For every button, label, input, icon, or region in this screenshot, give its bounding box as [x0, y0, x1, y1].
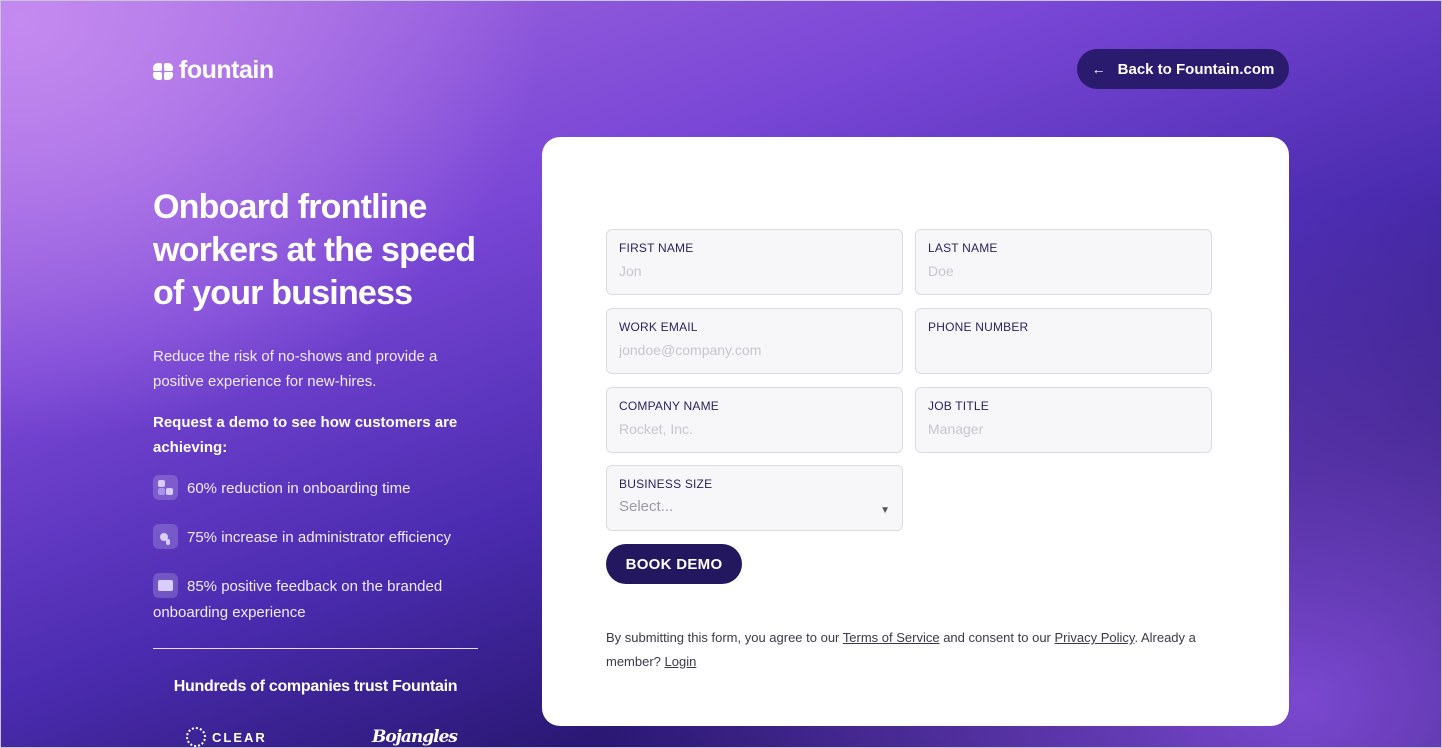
stat-text: 60% reduction in onboarding time — [187, 480, 411, 497]
job-title-input[interactable] — [928, 421, 1199, 437]
company-name-input[interactable] — [619, 421, 890, 437]
brand-name: fountain — [179, 56, 274, 84]
bojangles-logo: Bojangles — [372, 727, 458, 747]
hero-request-text: Request a demo to see how customers are … — [153, 414, 458, 456]
last-name-field[interactable]: LAST NAME — [915, 229, 1212, 295]
privacy-link[interactable]: Privacy Policy — [1055, 630, 1135, 645]
job-title-label: JOB TITLE — [928, 399, 989, 413]
phone-number-input[interactable] — [928, 342, 1199, 358]
first-name-field[interactable]: FIRST NAME — [606, 229, 903, 295]
trust-heading: Hundreds of companies trust Fountain — [173, 678, 458, 695]
stat-item: 85% positive feedback on the branded onb… — [153, 572, 483, 625]
stat-item: 60% reduction in onboarding time — [153, 474, 483, 502]
back-button-label: Back to Fountain.com — [1117, 60, 1275, 78]
first-name-label: FIRST NAME — [619, 241, 694, 255]
last-name-label: LAST NAME — [928, 241, 998, 255]
clear-logo: CLEAR — [186, 727, 267, 747]
business-size-value: Select... — [619, 498, 674, 515]
work-email-label: WORK EMAIL — [619, 320, 698, 334]
back-to-site-button[interactable]: ← Back to Fountain.com — [1077, 49, 1289, 89]
company-name-field[interactable]: COMPANY NAME — [606, 387, 903, 453]
cursor-icon — [153, 523, 178, 549]
arrow-left-icon: ← — [1091, 61, 1106, 77]
divider — [153, 648, 478, 649]
hero-subtitle: Reduce the risk of no-shows and provide … — [153, 348, 438, 390]
login-link[interactable]: Login — [665, 654, 697, 669]
business-size-select[interactable]: BUSINESS SIZE Select... ▼ — [606, 465, 903, 531]
legal-prefix: By submitting this form, you agree to ou… — [606, 630, 843, 645]
fountain-logo[interactable]: fountain — [153, 56, 274, 85]
phone-number-label: PHONE NUMBER — [928, 320, 1029, 334]
chevron-down-icon: ▼ — [880, 505, 890, 516]
clear-logo-icon — [186, 727, 206, 747]
job-title-field[interactable]: JOB TITLE — [915, 387, 1212, 453]
phone-number-field[interactable]: PHONE NUMBER — [915, 308, 1212, 374]
company-name-label: COMPANY NAME — [619, 399, 719, 413]
stat-text: 85% positive feedback on the branded onb… — [153, 578, 443, 621]
first-name-input[interactable] — [619, 263, 890, 279]
work-email-field[interactable]: WORK EMAIL — [606, 308, 903, 374]
card-icon — [153, 572, 178, 598]
book-demo-button[interactable]: BOOK DEMO — [606, 544, 742, 584]
legal-text: By submitting this form, you agree to ou… — [606, 626, 1226, 674]
stat-text: 75% increase in administrator efficiency — [187, 529, 452, 546]
terms-link[interactable]: Terms of Service — [843, 630, 940, 645]
stat-item: 75% increase in administrator efficiency — [153, 523, 483, 551]
fountain-logo-icon — [153, 62, 173, 80]
demo-form-card: FIRST NAME LAST NAME WORK EMAIL PHONE NU… — [542, 137, 1289, 726]
hero-title: Onboard frontline workers at the speed o… — [153, 188, 476, 312]
grid-icon — [153, 474, 178, 500]
legal-middle: and consent to our — [939, 630, 1055, 645]
work-email-input[interactable] — [619, 342, 890, 358]
business-size-label: BUSINESS SIZE — [619, 477, 713, 491]
last-name-input[interactable] — [928, 263, 1199, 279]
clear-logo-text: CLEAR — [212, 729, 267, 745]
